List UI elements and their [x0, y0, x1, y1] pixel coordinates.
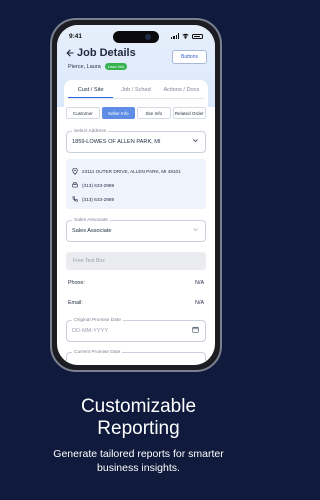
subtab-related-order[interactable]: Related Order	[172, 107, 206, 119]
phone-frame: Job Details Buttons Pierce, Laura Lead I…	[50, 18, 222, 372]
feature-title: Customizable Reporting	[0, 396, 277, 440]
wifi-icon	[182, 33, 189, 39]
calendar-icon[interactable]	[192, 326, 199, 335]
email-value: N/A	[195, 300, 204, 306]
back-button[interactable]	[66, 48, 74, 60]
feature-title-line2: Reporting	[97, 418, 180, 439]
status-time: 9:41	[69, 32, 83, 40]
feature-title-line1: Customizable	[80, 396, 197, 417]
customer-row: Pierce, Laura Lead Info	[68, 63, 128, 70]
free-text-box[interactable]: Free Text Box	[66, 252, 206, 270]
original-promise-date-label: Original Promise Date	[72, 317, 123, 323]
sales-associate-value: Sales Associate	[72, 228, 112, 234]
chevron-down-icon	[192, 137, 199, 146]
sales-associate-label: Sales Associate	[72, 217, 110, 223]
tab-job-sched[interactable]: Job / Sched	[113, 85, 158, 98]
battery-icon	[192, 33, 203, 39]
store-fax: (313) 633-2989	[82, 182, 115, 188]
location-pin-icon	[72, 167, 78, 175]
feature-subtitle-line1: Generate tailored reports for smarter	[53, 448, 224, 460]
customer-name: Pierce, Laura	[68, 63, 101, 70]
subtab-seller-info[interactable]: Seller Info	[101, 107, 135, 119]
original-promise-date-placeholder: DD-MM-YYYY	[72, 328, 109, 334]
select-address-dropdown[interactable]: Select Address 1859-LOWES OF ALLEN PARK,…	[66, 128, 206, 153]
original-promise-date-input[interactable]: Original Promise Date DD-MM-YYYY	[66, 317, 206, 342]
phone-screen: Job Details Buttons Pierce, Laura Lead I…	[57, 25, 215, 365]
current-promise-date-label: Current Promise Date	[72, 349, 123, 355]
sales-associate-dropdown[interactable]: Sales Associate Sales Associate	[66, 217, 206, 242]
tab-cust-site[interactable]: Cust / Site	[68, 85, 114, 98]
store-info-card: 23111 OUTER DRIVE, ALLEN PARK, MI 48101 …	[66, 159, 206, 209]
status-badge: Lead Info	[104, 63, 128, 70]
phone-icon	[72, 196, 78, 202]
store-fax-row: (313) 633-2989	[72, 178, 200, 192]
fax-icon	[72, 182, 78, 188]
subtab-site-info[interactable]: Site Info	[137, 107, 171, 119]
camera-dot	[145, 34, 151, 40]
signal-icon	[171, 33, 179, 39]
email-label: Email:	[68, 300, 83, 306]
select-address-label: Select Address	[72, 128, 108, 134]
store-address-row: 23111 OUTER DRIVE, ALLEN PARK, MI 48101	[72, 164, 200, 178]
buttons-button[interactable]: Buttons	[172, 50, 207, 64]
dynamic-island	[113, 31, 159, 43]
arrow-left-icon	[66, 49, 74, 57]
store-phone-row: (313) 633-2989	[72, 192, 200, 206]
email-field: Email: N/A	[68, 300, 204, 306]
store-address: 23111 OUTER DRIVE, ALLEN PARK, MI 48101	[82, 168, 181, 174]
chevron-down-icon	[192, 226, 199, 235]
feature-subtitle: Generate tailored reports for smarter bu…	[0, 447, 277, 475]
subtab-customer[interactable]: Customer	[66, 107, 100, 119]
page-title: Job Details	[77, 47, 136, 59]
main-tabs: Cust / Site Job / Sched Actions / Docs	[68, 85, 204, 99]
current-promise-date-input[interactable]: Current Promise Date	[66, 349, 206, 365]
select-address-value: 1859-LOWES OF ALLEN PARK, MI	[72, 139, 161, 145]
sub-tabs: Customer Seller Info Site Info Related O…	[66, 107, 206, 119]
feature-subtitle-line2: business insights.	[97, 462, 180, 474]
phone-value: N/A	[195, 280, 204, 286]
content-panel: Cust / Site Job / Sched Actions / Docs C…	[64, 80, 208, 365]
phone-field: Phone: N/A	[68, 280, 204, 286]
store-phone: (313) 633-2989	[82, 196, 115, 202]
status-icons	[171, 33, 203, 39]
tab-actions-docs[interactable]: Actions / Docs	[159, 85, 204, 98]
phone-label: Phone:	[68, 280, 85, 286]
